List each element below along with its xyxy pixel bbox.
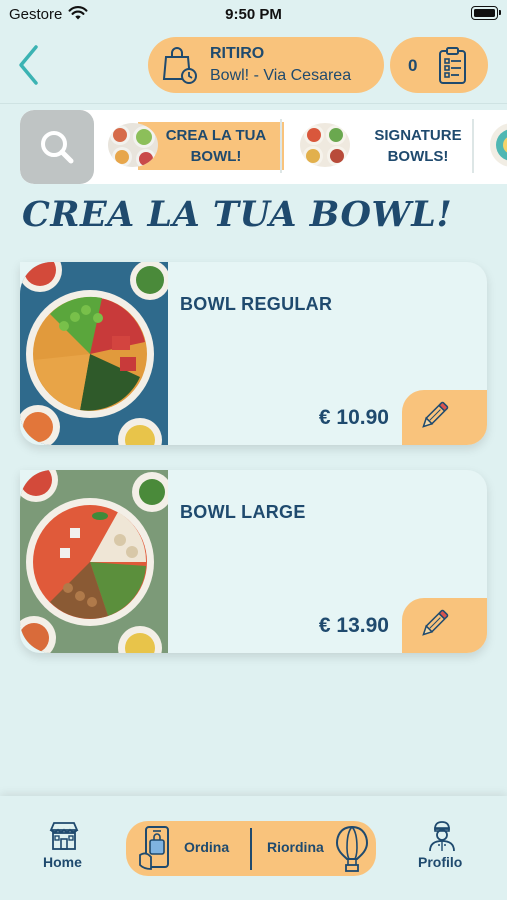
header-divider (0, 103, 507, 104)
search-button[interactable] (20, 110, 94, 184)
product-card-bowl-large[interactable]: BOWL LARGE € 13.90 (20, 470, 487, 653)
product-name: BOWL REGULAR (180, 294, 333, 314)
tab-home-label: Home (43, 854, 82, 870)
category-label: CREA LA TUA BOWL! (165, 127, 267, 165)
category-thumbnail (490, 123, 507, 167)
tab-ordina[interactable]: Ordina (130, 821, 248, 876)
section-title: CREA LA TUA BOWL! (22, 194, 453, 235)
product-price: € 13.90 (318, 614, 389, 637)
battery-icon (471, 6, 501, 20)
tab-riordina-label: Riordina (267, 839, 324, 855)
tab-home[interactable]: Home (36, 820, 92, 870)
cart-button[interactable]: 0 (390, 37, 488, 93)
store-icon (49, 822, 79, 850)
shopping-bag-clock-icon (162, 45, 198, 90)
phone-order-icon (139, 826, 169, 870)
tab-riordina[interactable]: Riordina (256, 821, 374, 876)
product-photo (20, 262, 168, 445)
back-arrow-icon[interactable] (14, 44, 44, 86)
product-photo (20, 470, 168, 653)
tab-profilo-label: Profilo (418, 854, 463, 870)
category-strip[interactable]: CREA LA TUA BOWL! SIGNATURE BOWLS! (20, 110, 507, 184)
pencil-icon (422, 401, 449, 428)
category-divider (472, 119, 474, 173)
pickup-store-selector[interactable]: RITIRO Bowl! - Via Cesarea (148, 37, 384, 93)
bottom-tab-bar: Home Ordina Riordina Profilo (0, 796, 507, 900)
category-divider (280, 119, 282, 173)
category-next-partial[interactable] (490, 110, 507, 184)
clock: 9:50 PM (225, 6, 282, 23)
category-thumbnail (300, 123, 350, 167)
status-bar: Gestore 9:50 PM (0, 0, 507, 30)
pill-divider (250, 828, 252, 870)
product-card-bowl-regular[interactable]: BOWL REGULAR € 10.90 (20, 262, 487, 445)
tab-ordina-label: Ordina (184, 839, 230, 855)
hot-air-balloon-icon (335, 825, 369, 872)
chef-profile-icon (429, 821, 455, 852)
search-icon (41, 131, 74, 164)
category-label: SIGNATURE BOWLS! (374, 127, 462, 165)
cart-count: 0 (408, 56, 418, 75)
tab-profilo[interactable]: Profilo (412, 820, 472, 872)
pencil-icon (422, 609, 449, 636)
product-name: BOWL LARGE (180, 502, 306, 522)
store-name: Bowl! - Via Cesarea (210, 67, 352, 84)
category-crea-la-tua-bowl[interactable]: CREA LA TUA BOWL! (108, 110, 284, 184)
clipboard-list-icon (437, 46, 469, 91)
customize-button[interactable] (402, 598, 487, 653)
customize-button[interactable] (402, 390, 487, 445)
product-price: € 10.90 (318, 406, 389, 429)
category-signature-bowls[interactable]: SIGNATURE BOWLS! (300, 110, 470, 184)
pickup-mode-label: RITIRO (210, 45, 265, 62)
